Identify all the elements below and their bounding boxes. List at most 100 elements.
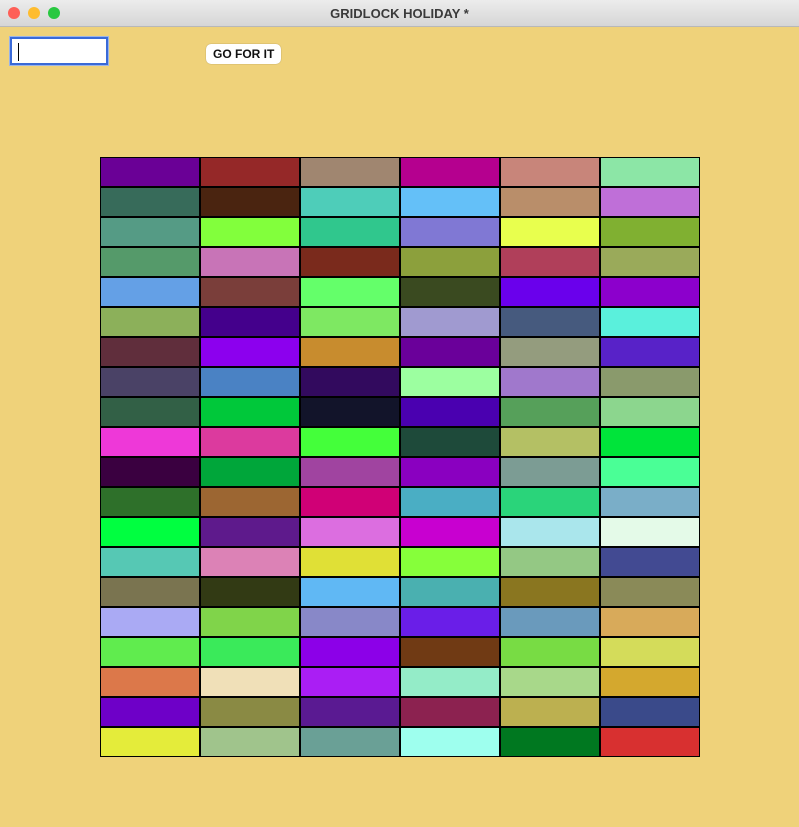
grid-cell-r15-c3[interactable] [300,577,400,607]
grid-cell-r19-c2[interactable] [200,697,300,727]
grid-cell-r13-c4[interactable] [400,517,500,547]
text-input[interactable] [10,37,108,65]
grid-cell-r15-c5[interactable] [500,577,600,607]
grid-cell-r16-c6[interactable] [600,607,700,637]
grid-cell-r7-c6[interactable] [600,337,700,367]
grid-cell-r13-c2[interactable] [200,517,300,547]
grid-cell-r13-c3[interactable] [300,517,400,547]
grid-cell-r2-c6[interactable] [600,187,700,217]
grid-cell-r17-c1[interactable] [100,637,200,667]
grid-cell-r10-c4[interactable] [400,427,500,457]
grid-cell-r11-c5[interactable] [500,457,600,487]
grid-cell-r13-c6[interactable] [600,517,700,547]
grid-cell-r12-c3[interactable] [300,487,400,517]
grid-cell-r5-c2[interactable] [200,277,300,307]
grid-cell-r1-c2[interactable] [200,157,300,187]
grid-cell-r2-c3[interactable] [300,187,400,217]
grid-cell-r12-c6[interactable] [600,487,700,517]
grid-cell-r11-c4[interactable] [400,457,500,487]
grid-cell-r14-c4[interactable] [400,547,500,577]
grid-cell-r18-c5[interactable] [500,667,600,697]
grid-cell-r12-c1[interactable] [100,487,200,517]
grid-cell-r4-c4[interactable] [400,247,500,277]
grid-cell-r18-c4[interactable] [400,667,500,697]
grid-cell-r18-c6[interactable] [600,667,700,697]
grid-cell-r4-c2[interactable] [200,247,300,277]
grid-cell-r9-c1[interactable] [100,397,200,427]
grid-cell-r3-c5[interactable] [500,217,600,247]
grid-cell-r1-c5[interactable] [500,157,600,187]
grid-cell-r16-c3[interactable] [300,607,400,637]
grid-cell-r9-c6[interactable] [600,397,700,427]
grid-cell-r17-c6[interactable] [600,637,700,667]
grid-cell-r20-c2[interactable] [200,727,300,757]
grid-cell-r7-c3[interactable] [300,337,400,367]
grid-cell-r8-c6[interactable] [600,367,700,397]
grid-cell-r11-c6[interactable] [600,457,700,487]
grid-cell-r13-c5[interactable] [500,517,600,547]
grid-cell-r15-c2[interactable] [200,577,300,607]
grid-cell-r6-c5[interactable] [500,307,600,337]
grid-cell-r2-c2[interactable] [200,187,300,217]
grid-cell-r9-c4[interactable] [400,397,500,427]
grid-cell-r12-c4[interactable] [400,487,500,517]
grid-cell-r11-c2[interactable] [200,457,300,487]
grid-cell-r19-c6[interactable] [600,697,700,727]
grid-cell-r3-c1[interactable] [100,217,200,247]
grid-cell-r11-c1[interactable] [100,457,200,487]
grid-cell-r16-c1[interactable] [100,607,200,637]
grid-cell-r15-c4[interactable] [400,577,500,607]
grid-cell-r10-c5[interactable] [500,427,600,457]
grid-cell-r15-c6[interactable] [600,577,700,607]
grid-cell-r17-c3[interactable] [300,637,400,667]
grid-cell-r6-c3[interactable] [300,307,400,337]
grid-cell-r6-c4[interactable] [400,307,500,337]
grid-cell-r19-c1[interactable] [100,697,200,727]
grid-cell-r12-c5[interactable] [500,487,600,517]
grid-cell-r3-c2[interactable] [200,217,300,247]
grid-cell-r2-c4[interactable] [400,187,500,217]
grid-cell-r11-c3[interactable] [300,457,400,487]
grid-cell-r3-c4[interactable] [400,217,500,247]
grid-cell-r10-c3[interactable] [300,427,400,457]
grid-cell-r2-c5[interactable] [500,187,600,217]
grid-cell-r4-c6[interactable] [600,247,700,277]
grid-cell-r3-c3[interactable] [300,217,400,247]
grid-cell-r20-c3[interactable] [300,727,400,757]
go-for-it-button[interactable]: GO FOR IT [206,44,282,64]
grid-cell-r20-c1[interactable] [100,727,200,757]
grid-cell-r18-c2[interactable] [200,667,300,697]
grid-cell-r16-c2[interactable] [200,607,300,637]
grid-cell-r7-c1[interactable] [100,337,200,367]
grid-cell-r19-c5[interactable] [500,697,600,727]
grid-cell-r7-c2[interactable] [200,337,300,367]
grid-cell-r10-c1[interactable] [100,427,200,457]
grid-cell-r19-c4[interactable] [400,697,500,727]
grid-cell-r1-c6[interactable] [600,157,700,187]
grid-cell-r18-c1[interactable] [100,667,200,697]
grid-cell-r16-c5[interactable] [500,607,600,637]
grid-cell-r20-c6[interactable] [600,727,700,757]
grid-cell-r5-c6[interactable] [600,277,700,307]
grid-cell-r5-c1[interactable] [100,277,200,307]
grid-cell-r7-c5[interactable] [500,337,600,367]
grid-cell-r6-c1[interactable] [100,307,200,337]
grid-cell-r15-c1[interactable] [100,577,200,607]
grid-cell-r17-c2[interactable] [200,637,300,667]
grid-cell-r20-c5[interactable] [500,727,600,757]
grid-cell-r8-c2[interactable] [200,367,300,397]
grid-cell-r9-c2[interactable] [200,397,300,427]
grid-cell-r16-c4[interactable] [400,607,500,637]
grid-cell-r14-c5[interactable] [500,547,600,577]
grid-cell-r4-c1[interactable] [100,247,200,277]
grid-cell-r1-c3[interactable] [300,157,400,187]
grid-cell-r14-c3[interactable] [300,547,400,577]
grid-cell-r1-c4[interactable] [400,157,500,187]
grid-cell-r8-c4[interactable] [400,367,500,397]
grid-cell-r13-c1[interactable] [100,517,200,547]
grid-cell-r19-c3[interactable] [300,697,400,727]
grid-cell-r17-c4[interactable] [400,637,500,667]
grid-cell-r8-c3[interactable] [300,367,400,397]
grid-cell-r8-c5[interactable] [500,367,600,397]
grid-cell-r12-c2[interactable] [200,487,300,517]
